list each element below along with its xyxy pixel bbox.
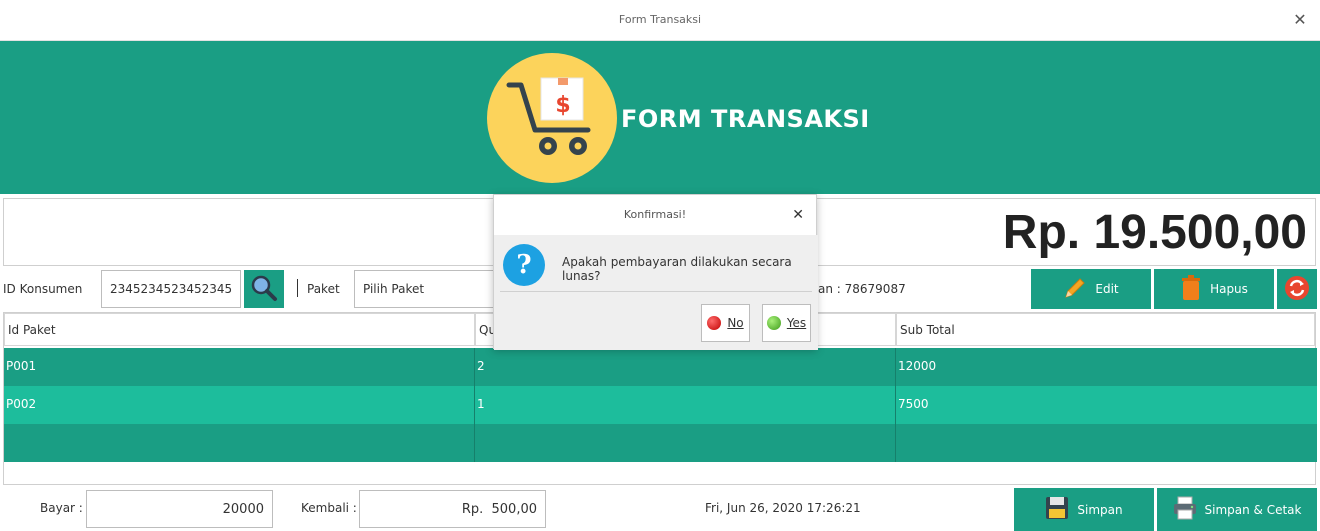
- dialog-separator: [500, 291, 812, 292]
- column-header-sub-total[interactable]: Sub Total: [896, 313, 1315, 346]
- table-cell: [475, 424, 896, 462]
- total-amount: Rp. 19.500,00: [1002, 206, 1307, 259]
- table-cell: [896, 424, 1317, 462]
- id-konsumen-label: ID Konsumen: [3, 282, 83, 296]
- simpan-cetak-label: Simpan & Cetak: [1204, 502, 1302, 517]
- table-cell: 1: [475, 386, 896, 424]
- paket-select[interactable]: Pilih Paket: [354, 270, 504, 308]
- no-button[interactable]: No: [701, 304, 750, 342]
- hapus-label: Hapus: [1210, 282, 1248, 296]
- datetime-display: Fri, Jun 26, 2020 17:26:21: [705, 501, 861, 515]
- header-banner: $ FORM TRANSAKSI: [0, 41, 1320, 194]
- table-cell: 12000: [898, 359, 937, 373]
- pelanggan-id-label: an : 78679087: [818, 282, 906, 296]
- simpan-button[interactable]: Simpan: [1014, 488, 1154, 531]
- simpan-label: Simpan: [1077, 502, 1123, 517]
- paket-label: Paket: [307, 282, 340, 296]
- dialog-close-icon[interactable]: ✕: [792, 207, 804, 223]
- kembali-label: Kembali :: [301, 501, 357, 515]
- dialog-body: ? Apakah pembayaran dilakukan secara lun…: [494, 235, 818, 350]
- yes-label: Yes: [786, 316, 807, 330]
- title-bar: Form Transaksi ✕: [0, 0, 1320, 41]
- trash-icon: [1180, 274, 1202, 304]
- table-row[interactable]: P001 2 12000: [4, 348, 1317, 386]
- green-dot-icon: [766, 316, 781, 330]
- save-disk-icon: [1045, 496, 1069, 523]
- dialog-message: Apakah pembayaran dilakukan secara lunas…: [562, 255, 792, 283]
- table-cell: 2: [475, 348, 896, 386]
- table-cell: [4, 424, 475, 462]
- page-title: FORM TRANSAKSI: [621, 105, 870, 133]
- red-dot-icon: [707, 316, 722, 330]
- table-row[interactable]: P002 1 7500: [4, 386, 1317, 424]
- table-cell: P002: [4, 386, 475, 424]
- form-transaksi-window: Form Transaksi ✕ $ FORM TRANSAKSI Rp. 19…: [0, 0, 1320, 531]
- edit-button[interactable]: Edit: [1031, 269, 1151, 309]
- id-konsumen-input[interactable]: 2345234523452345: [101, 270, 241, 308]
- refresh-button[interactable]: [1277, 269, 1317, 309]
- refresh-icon: [1284, 275, 1310, 304]
- table-cell: P001: [4, 348, 475, 386]
- close-icon[interactable]: ✕: [1292, 12, 1308, 28]
- search-icon: [250, 274, 278, 305]
- svg-text:$: $: [555, 93, 570, 118]
- pencil-icon: [1063, 276, 1087, 303]
- edit-label: Edit: [1095, 282, 1119, 296]
- table-cell: 7500: [898, 397, 929, 411]
- bayar-label: Bayar :: [40, 501, 83, 515]
- divider: [297, 279, 298, 297]
- cart-logo-icon: $: [487, 53, 617, 183]
- table-row[interactable]: [4, 424, 1317, 462]
- confirm-dialog: Konfirmasi! ✕ ? Apakah pembayaran dilaku…: [493, 194, 818, 350]
- search-button[interactable]: [244, 270, 284, 308]
- window-title: Form Transaksi: [618, 13, 702, 26]
- printer-icon: [1173, 496, 1197, 523]
- yes-button[interactable]: Yes: [762, 304, 811, 342]
- bayar-input[interactable]: 20000: [86, 490, 273, 528]
- dialog-title: Konfirmasi!: [623, 208, 687, 221]
- kembali-display: Rp. 500,00: [359, 490, 546, 528]
- column-header-id-paket[interactable]: Id Paket: [4, 313, 475, 346]
- no-label: No: [727, 316, 744, 330]
- question-icon: ?: [503, 244, 545, 286]
- simpan-cetak-button[interactable]: Simpan & Cetak: [1157, 488, 1317, 531]
- hapus-button[interactable]: Hapus: [1154, 269, 1274, 309]
